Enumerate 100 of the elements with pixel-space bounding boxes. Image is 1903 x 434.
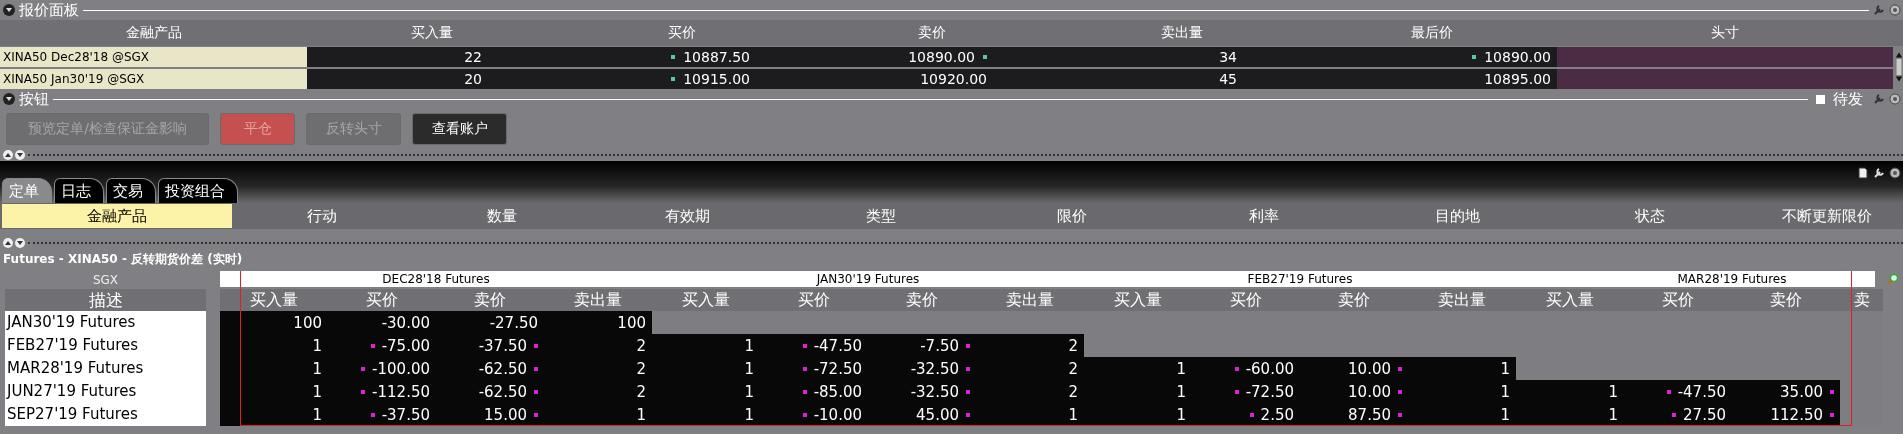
table-cell: 10887.50 — [683, 49, 750, 65]
table-cell: -112.50 — [372, 382, 430, 401]
table-cell: XINA50 Dec28'18 @SGX — [0, 47, 307, 67]
table-cell: 1 — [1500, 382, 1510, 401]
table-cell: -62.50 — [478, 359, 527, 378]
column-header[interactable]: 金融产品 — [2, 204, 232, 228]
table-cell: 2 — [636, 359, 646, 378]
table-cell: -75.00 — [381, 336, 430, 355]
table-cell: 1 — [1176, 382, 1186, 401]
table-cell: 2 — [1068, 359, 1078, 378]
column-header[interactable]: 状态 — [1550, 204, 1750, 228]
table-cell: 1 — [1608, 405, 1618, 424]
table-cell: 20 — [464, 71, 482, 87]
column-header: 卖出量 — [1437, 289, 1487, 311]
table-cell: 1 — [1176, 405, 1186, 424]
column-header: 卖 — [1852, 289, 1871, 311]
search-icon[interactable] — [1887, 273, 1899, 285]
column-header[interactable]: 最后价 — [1307, 24, 1557, 42]
table-cell: 22 — [464, 49, 482, 65]
column-header[interactable]: 头寸 — [1557, 24, 1893, 42]
table-cell: XINA50 Jan30'19 @SGX — [0, 69, 307, 89]
table-cell: 1 — [744, 382, 754, 401]
column-header[interactable]: 买入量 — [307, 24, 557, 42]
table-cell: -37.50 — [478, 336, 527, 355]
table-cell: 2.50 — [1260, 405, 1294, 424]
column-header: 买入量 — [249, 289, 299, 311]
table-cell: -32.50 — [910, 382, 959, 401]
column-header: 卖价 — [1337, 289, 1371, 311]
table-cell: -47.50 — [813, 336, 862, 355]
table-cell: 10895.00 — [1484, 71, 1551, 87]
table-cell: -47.50 — [1677, 382, 1726, 401]
group-header: FEB27'19 Futures — [1246, 271, 1354, 287]
column-header[interactable]: 有效期 — [592, 204, 782, 228]
table-cell: 10.00 — [1348, 359, 1391, 378]
column-header: 卖出量 — [573, 289, 623, 311]
table-cell: -72.50 — [1245, 382, 1294, 401]
column-header: 买价 — [797, 289, 831, 311]
table-cell: 112.50 — [1770, 405, 1823, 424]
table-cell: -27.50 — [489, 313, 538, 332]
column-header[interactable]: 买价 — [557, 24, 807, 42]
column-header[interactable]: 卖价 — [807, 24, 1057, 42]
table-cell: 1 — [1176, 359, 1186, 378]
column-header[interactable]: 不断更新限价 — [1750, 204, 1903, 228]
description-cell[interactable]: SEP27'19 Futures — [5, 403, 206, 426]
quote-row[interactable]: XINA50 Jan30'19 @SGX 20 10915.00 10920.00 45 10895.00 — [0, 69, 1893, 89]
tab[interactable]: 投资组合 — [158, 178, 238, 203]
table-cell: -7.50 — [920, 336, 959, 355]
column-header[interactable]: 行动 — [232, 204, 412, 228]
table-cell: -62.50 — [478, 382, 527, 401]
column-header[interactable]: 金融产品 — [0, 24, 307, 42]
table-cell: 10890.00 — [908, 49, 975, 65]
description-cell[interactable]: JUN27'19 Futures — [5, 380, 206, 403]
description-cell[interactable]: JAN30'19 Futures — [5, 311, 206, 334]
column-header[interactable]: 数量 — [412, 204, 592, 228]
table-cell: 2 — [636, 382, 646, 401]
table-cell: -10.00 — [813, 405, 862, 424]
table-cell: -100.00 — [372, 359, 430, 378]
column-header: 买入量 — [681, 289, 731, 311]
expand-icon[interactable] — [3, 150, 25, 160]
column-header[interactable]: 卖出量 — [1057, 24, 1307, 42]
table-cell: 100 — [293, 313, 322, 332]
quote-row[interactable]: XINA50 Dec28'18 @SGX 22 10887.50 10890.00 34 10890.00 — [0, 47, 1893, 67]
column-header[interactable]: 利率 — [1164, 204, 1364, 228]
table-cell: 2 — [1068, 336, 1078, 355]
collapse-icon[interactable] — [3, 93, 15, 105]
column-header: 卖价 — [905, 289, 939, 311]
tab[interactable]: 日志 — [54, 178, 104, 203]
column-header[interactable]: 限价 — [980, 204, 1164, 228]
document-icon[interactable] — [1857, 167, 1869, 179]
column-header[interactable]: 类型 — [782, 204, 980, 228]
tab[interactable]: 定单 — [2, 178, 52, 203]
group-header: MAR28'19 Futures — [1676, 271, 1788, 287]
table-cell: -60.00 — [1245, 359, 1294, 378]
group-header: JAN30'19 Futures — [815, 271, 921, 287]
column-header[interactable]: 目的地 — [1364, 204, 1550, 228]
table-cell: 10915.00 — [683, 71, 750, 87]
column-header: 描述 — [5, 289, 206, 311]
table-cell: 45 — [1219, 71, 1237, 87]
column-header: 买价 — [1229, 289, 1263, 311]
column-header: 买入量 — [1113, 289, 1163, 311]
action-button[interactable]: 查看账户 — [412, 113, 507, 145]
table-cell: 1 — [1608, 382, 1618, 401]
table-cell: 1 — [312, 382, 322, 401]
table-cell: 1 — [1068, 405, 1078, 424]
settings-icon[interactable] — [1889, 167, 1901, 179]
table-cell: -37.50 — [381, 405, 430, 424]
pending-checkbox[interactable]: 待发 — [1816, 89, 1863, 109]
table-cell: 1 — [1500, 359, 1510, 378]
description-cell[interactable]: FEB27'19 Futures — [5, 334, 206, 357]
expand-icon[interactable] — [3, 238, 25, 248]
table-cell: 10920.00 — [920, 71, 987, 87]
table-cell: 1 — [744, 405, 754, 424]
tab[interactable]: 交易 — [106, 178, 156, 203]
column-header: 买价 — [365, 289, 399, 311]
description-cell[interactable]: MAR28'19 Futures — [5, 357, 206, 380]
table-cell: 1 — [1500, 405, 1510, 424]
table-cell: 10890.00 — [1484, 49, 1551, 65]
table-cell: 1 — [312, 336, 322, 355]
panel-title: 报价面板 — [19, 0, 79, 20]
collapse-icon[interactable] — [3, 4, 15, 16]
